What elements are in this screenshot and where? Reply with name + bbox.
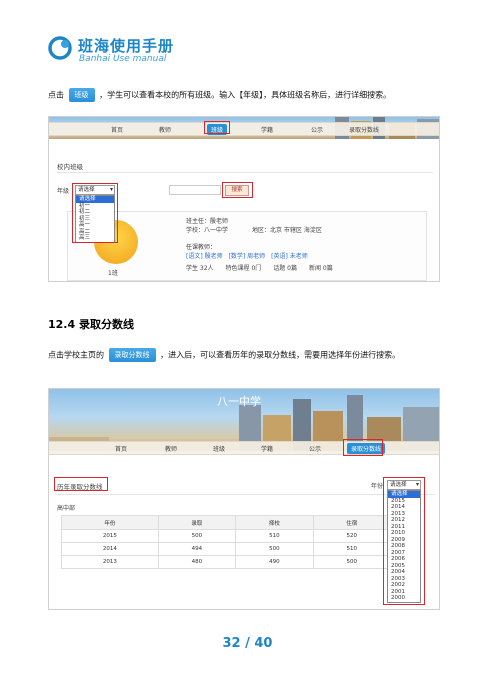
admission-scores-screenshot: 八一中学 首页 教师 班级 学籍 公示 录取分数线 历年录取分数线 高中部 年份… (48, 388, 440, 610)
nav-scores[interactable]: 录取分数线 (349, 125, 379, 134)
class-name: 1班 (108, 270, 118, 277)
banner-title: 八一中学 (217, 395, 261, 408)
logo-subtitle: Banhai Use manual (79, 54, 167, 64)
column-header: 住宿 (312, 515, 392, 530)
highlight-nav-scores (343, 439, 383, 456)
page-number: 32 / 40 (222, 636, 273, 651)
instruction-paragraph-classes: 点击 班级 ，学生可以查看本校的所有班级。输入【年级】，具体班级名称后，进行详细… (48, 88, 391, 103)
subsection-label: 高中部 (57, 505, 76, 512)
nav-teachers[interactable]: 教师 (165, 444, 177, 453)
table-row: 2014 494 500 510 (61, 542, 392, 556)
logo-title: 班海使用手册 (78, 37, 175, 55)
section-title: 校内班级 (57, 163, 83, 171)
brand-logo: 班海使用手册 Banhai Use manual (48, 34, 198, 68)
nav-status[interactable]: 学籍 (261, 125, 273, 134)
class-card[interactable]: 1班 班主任：殷老师 学校：八一中学 地区：北京 市辖区 海淀区 任课教师： [… (67, 211, 427, 281)
table-row: 2015 500 510 520 (61, 529, 392, 543)
nav-bar: 首页 教师 班级 学籍 公示 录取分数线 (49, 122, 439, 136)
nav-status[interactable]: 学籍 (261, 444, 273, 453)
grade-label: 年级 (57, 188, 70, 195)
scores-button-reference: 录取分数线 (108, 348, 156, 362)
column-header: 录取 (157, 515, 237, 530)
class-stats: 学生 32人 特色课程 0门 话题 0篇 新闻 0篇 (186, 265, 333, 272)
table-row: 2013 480 490 500 (61, 555, 392, 569)
banhai-logo-icon (48, 36, 72, 60)
highlight-year (383, 477, 425, 605)
nav-classes[interactable]: 班级 (213, 444, 225, 453)
column-header: 择校 (235, 515, 314, 530)
instruction-paragraph-scores: 点击学校主页的 录取分数线 ，进入后，可以查看历年的录取分数线，需要用选择年份进… (48, 348, 400, 363)
table-header-row: 年份 录取 择校 住宿 (61, 515, 392, 530)
column-header: 年份 (61, 515, 159, 530)
class-button-reference: 班级 (68, 88, 95, 102)
highlight-search (222, 182, 253, 198)
class-name-input[interactable] (169, 185, 221, 195)
class-search-screenshot: 首页 教师 班级 学籍 公示 录取分数线 校内班级 年级 请选择 搜索 1班 班… (48, 116, 440, 282)
nav-notices[interactable]: 公示 (309, 444, 321, 453)
highlight-section-title (54, 477, 108, 491)
highlight-grade (72, 183, 118, 243)
section-heading: 12.4 录取分数线 (48, 318, 134, 331)
subject-teachers-label: 任课教师： (186, 244, 217, 251)
nav-notices[interactable]: 公示 (311, 125, 323, 134)
subject-teachers: [语文] 殷老师 [数学] 周老师 [英语] 未老师 (186, 253, 308, 260)
divider (57, 172, 433, 173)
nav-home[interactable]: 首页 (115, 444, 127, 453)
class-school: 学校：八一中学 (186, 227, 229, 234)
nav-home[interactable]: 首页 (111, 125, 123, 134)
highlight-nav-classes (204, 121, 230, 134)
year-label: 年份 (371, 483, 384, 490)
nav-teachers[interactable]: 教师 (159, 125, 171, 134)
class-teacher: 班主任：殷老师 (186, 218, 229, 225)
scores-table: 年份 录取 择校 住宿 2015 500 510 520 2014 494 50… (61, 515, 392, 569)
class-region: 地区：北京 市辖区 海淀区 (252, 227, 322, 234)
divider (55, 494, 435, 495)
